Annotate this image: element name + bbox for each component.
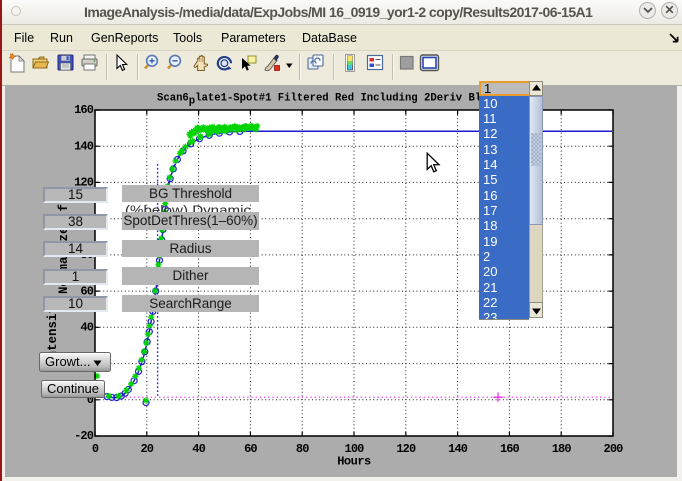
svg-text:60: 60 — [244, 442, 257, 456]
svg-text:Scan6plate1-Spot#1 Filtered Re: Scan6plate1-Spot#1 Filtered Red Includin… — [157, 93, 514, 108]
svg-text:0: 0 — [92, 442, 99, 456]
svg-text:40: 40 — [80, 321, 93, 335]
svg-text:-20: -20 — [74, 429, 94, 443]
svg-text:80: 80 — [296, 442, 309, 456]
svg-text:200: 200 — [604, 442, 624, 456]
svg-text:Hours: Hours — [337, 455, 371, 469]
svg-text:160: 160 — [74, 103, 94, 117]
svg-text:20: 20 — [140, 442, 153, 456]
svg-text:140: 140 — [74, 139, 94, 153]
svg-text:180: 180 — [552, 442, 572, 456]
svg-text:40: 40 — [192, 442, 205, 456]
svg-text:140: 140 — [448, 442, 468, 456]
svg-text:120: 120 — [396, 442, 416, 456]
svg-text:160: 160 — [500, 442, 520, 456]
